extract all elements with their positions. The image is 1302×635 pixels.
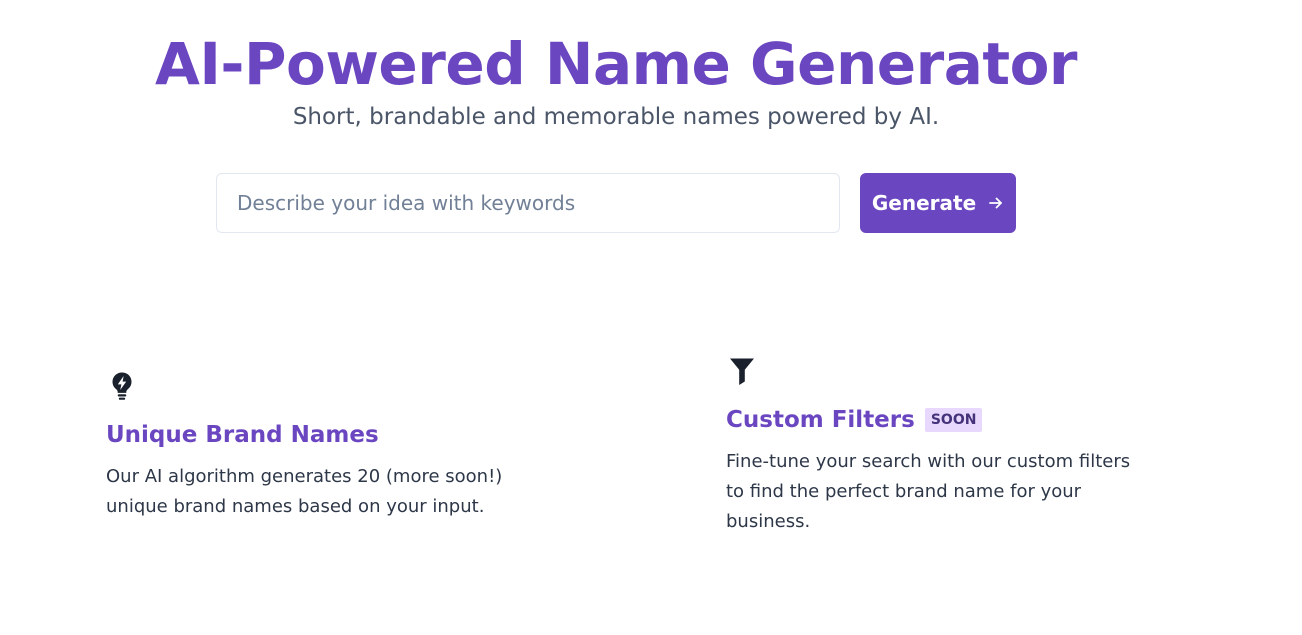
generate-button-label: Generate: [871, 191, 977, 215]
page-title: AI-Powered Name Generator: [154, 30, 1078, 98]
feature-title-row: Custom Filters SOON: [726, 407, 1146, 433]
lightbulb-bolt-icon: [112, 372, 132, 400]
feature-title: Unique Brand Names: [106, 422, 379, 448]
generate-button[interactable]: Generate: [860, 173, 1016, 233]
feature-unique-brand-names: Unique Brand Names Our AI algorithm gene…: [106, 370, 526, 522]
arrow-right-icon: [989, 197, 1003, 209]
feature-title-row: Unique Brand Names: [106, 422, 526, 448]
feature-title: Custom Filters: [726, 407, 915, 433]
funnel-icon: [730, 358, 754, 385]
soon-badge: SOON: [924, 408, 983, 432]
feature-description: Fine-tune your search with our custom fi…: [726, 451, 1131, 532]
feature-description: Our AI algorithm generates 20 (more soon…: [106, 466, 503, 517]
feature-custom-filters: Custom Filters SOON Fine-tune your searc…: [726, 355, 1146, 537]
keywords-input[interactable]: [216, 173, 840, 233]
page: AI-Powered Name Generator Short, brandab…: [0, 0, 1302, 635]
page-subtitle: Short, brandable and memorable names pow…: [292, 104, 940, 130]
